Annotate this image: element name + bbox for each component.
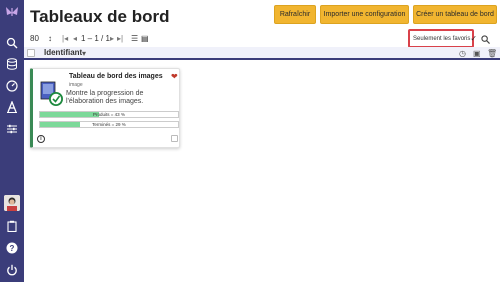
page-size-select[interactable]: 80 (30, 34, 39, 43)
image-dashboard-icon (39, 81, 65, 107)
database-icon[interactable] (4, 56, 20, 72)
gauge-icon[interactable] (4, 78, 20, 94)
first-page-icon[interactable]: |◂ (62, 34, 68, 43)
next-page-icon[interactable]: ▸ (110, 34, 114, 43)
history-icon[interactable]: ◷ (459, 49, 466, 58)
a-letter-icon[interactable] (4, 99, 20, 115)
main-content: Tableaux de bord Rafraîchir Importer une… (24, 0, 500, 282)
sliders-icon[interactable] (4, 121, 20, 137)
logo-icon[interactable] (4, 4, 20, 20)
svg-text:?: ? (10, 244, 15, 253)
sidebar: ? (0, 0, 24, 282)
select-all-checkbox[interactable] (27, 49, 35, 57)
help-icon[interactable]: ? (4, 240, 20, 256)
sort-bar: Identifiant ▾ ◷ ▣ 🗑 (24, 47, 500, 60)
sort-column-label[interactable]: Identifiant (44, 48, 82, 57)
grid-view-icon[interactable]: ▤ (141, 34, 149, 43)
list-view-icon[interactable]: ☰ (131, 34, 138, 43)
card-description: Montre la progression de l'élaboration d… (66, 90, 144, 105)
progress-bar-finished: Terminés = 29 % (39, 121, 179, 128)
import-config-button[interactable]: Importer une configuration (320, 5, 409, 24)
refresh-button[interactable]: Rafraîchir (274, 5, 316, 24)
dashboard-card[interactable]: Tableau de bord des images image ❤ Montr… (30, 68, 180, 148)
delete-icon[interactable]: 🗑 (487, 49, 497, 58)
search-icon[interactable] (4, 35, 20, 51)
previous-page-icon[interactable]: ◂ (73, 34, 77, 43)
power-icon[interactable] (4, 262, 20, 278)
favorites-filter-check-icon: ✓ (470, 34, 478, 43)
card-select-checkbox[interactable] (171, 135, 178, 142)
card-title[interactable]: Tableau de bord des images (69, 73, 163, 80)
page-size-arrows-icon[interactable]: ↕ (48, 34, 52, 43)
favorites-filter[interactable]: Seulement les favoris ✓ (408, 29, 478, 48)
page-title: Tableaux de bord (30, 7, 170, 26)
sort-dropdown-icon[interactable]: ▾ (82, 49, 86, 58)
last-page-icon[interactable]: ▸| (117, 34, 123, 43)
zoom-icon[interactable] (481, 35, 490, 46)
pagination-range: 1 – 1 / 1 (81, 34, 110, 43)
favorite-heart-icon[interactable]: ❤ (171, 72, 178, 81)
export-icon[interactable]: ▣ (473, 49, 481, 58)
progress-label-finished: Terminés = 29 % (92, 122, 126, 127)
card-subtitle: image (69, 82, 83, 88)
info-icon[interactable]: i (37, 135, 45, 143)
avatar[interactable] (4, 195, 20, 211)
progress-bar-produced: Produits = 43 % (39, 111, 179, 118)
favorites-filter-label: Seulement les favoris (413, 35, 471, 42)
create-dashboard-button[interactable]: Créer un tableau de bord (413, 5, 497, 24)
progress-label-produced: Produits = 43 % (93, 112, 125, 117)
clipboard-icon[interactable] (4, 218, 20, 234)
